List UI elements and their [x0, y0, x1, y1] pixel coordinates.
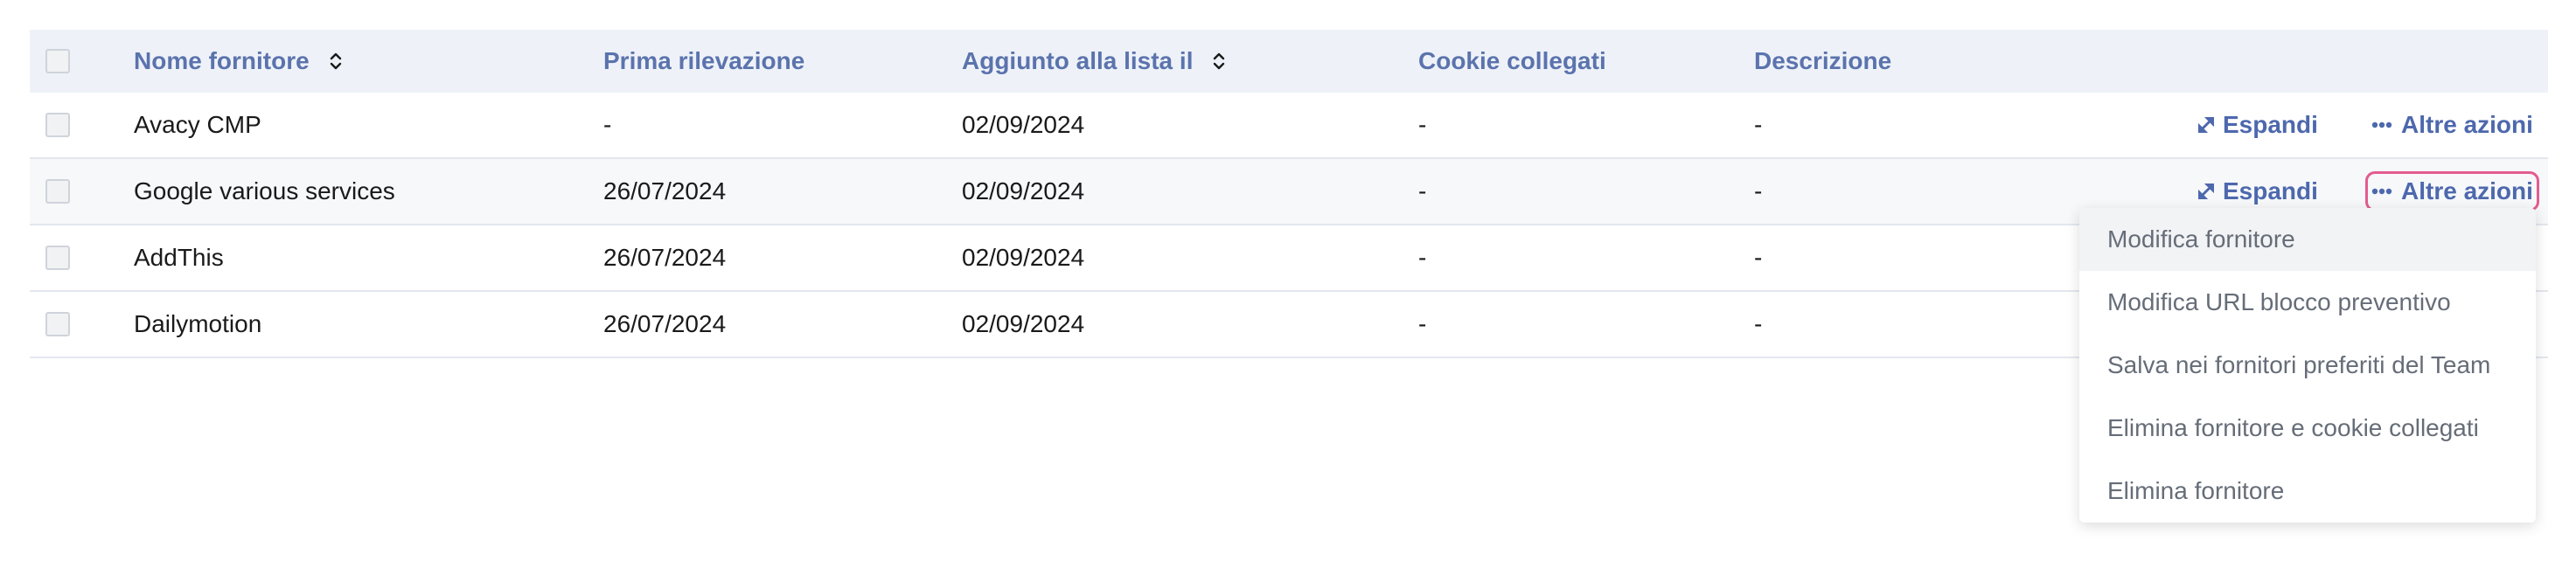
description: - [1754, 111, 1763, 138]
header-first-seen-label: Prima rilevazione [603, 47, 805, 74]
linked-cookies: - [1418, 310, 1427, 337]
added-date: 02/09/2024 [962, 244, 1085, 271]
vendor-name: AddThis [134, 244, 224, 271]
menu-item-save-favorite[interactable]: Salva nei fornitori preferiti del Team [2079, 334, 2536, 397]
first-seen: 26/07/2024 [603, 177, 727, 204]
ellipsis-icon [2371, 121, 2392, 128]
header-name[interactable]: Nome fornitore [134, 30, 343, 93]
more-actions-focus[interactable]: Altre azioni [2365, 171, 2539, 211]
menu-item-delete-vendor-cookies[interactable]: Elimina fornitore e cookie collegati [2079, 397, 2536, 460]
expand-button[interactable]: Espandi [2198, 93, 2318, 157]
menu-item-edit-vendor[interactable]: Modifica fornitore [2079, 208, 2536, 271]
ellipsis-icon [2371, 188, 2392, 195]
description: - [1754, 244, 1763, 271]
expand-icon [2198, 184, 2214, 199]
row-select-cell [45, 159, 70, 224]
header-cookies-label: Cookie collegati [1418, 47, 1606, 74]
row-checkbox[interactable] [45, 312, 70, 336]
header-first-seen: Prima rilevazione [603, 30, 804, 93]
description: - [1754, 310, 1763, 337]
more-actions-label: Altre azioni [2401, 111, 2533, 138]
description: - [1754, 177, 1763, 204]
row-checkbox[interactable] [45, 179, 70, 204]
linked-cookies: - [1418, 244, 1427, 271]
first-seen: 26/07/2024 [603, 244, 727, 271]
menu-item-delete-vendor[interactable]: Elimina fornitore [2079, 460, 2536, 523]
header-cookies: Cookie collegati [1418, 30, 1606, 93]
header-description-label: Descrizione [1754, 47, 1892, 74]
menu-item-edit-block-url[interactable]: Modifica URL blocco preventivo [2079, 271, 2536, 334]
vendor-name: Google various services [134, 177, 395, 204]
table-row: Avacy CMP - 02/09/2024 - - Espandi Altre… [30, 93, 2548, 159]
header-name-label: Nome fornitore [134, 47, 310, 74]
select-all-cell [45, 30, 70, 93]
added-date: 02/09/2024 [962, 111, 1085, 138]
first-seen: - [603, 111, 612, 138]
expand-icon [2198, 117, 2214, 133]
linked-cookies: - [1418, 177, 1427, 204]
linked-cookies: - [1418, 111, 1427, 138]
select-all-checkbox[interactable] [45, 49, 70, 73]
added-date: 02/09/2024 [962, 177, 1085, 204]
header-added-label: Aggiunto alla lista il [962, 47, 1194, 74]
added-date: 02/09/2024 [962, 310, 1085, 337]
vendor-name: Dailymotion [134, 310, 262, 337]
table-header: Nome fornitore Prima rilevazione Aggiunt… [30, 30, 2548, 93]
row-select-cell [45, 292, 70, 357]
expand-label: Espandi [2223, 111, 2318, 138]
first-seen: 26/07/2024 [603, 310, 727, 337]
more-actions-label: Altre azioni [2401, 177, 2533, 204]
more-actions-button[interactable]: Altre azioni [2371, 93, 2533, 157]
vendor-name: Avacy CMP [134, 111, 261, 138]
expand-label: Espandi [2223, 177, 2318, 204]
sort-icon[interactable] [329, 51, 343, 72]
row-select-cell [45, 225, 70, 290]
row-select-cell [45, 93, 70, 157]
row-checkbox[interactable] [45, 113, 70, 137]
sort-icon[interactable] [1212, 51, 1226, 72]
row-checkbox[interactable] [45, 246, 70, 270]
header-added[interactable]: Aggiunto alla lista il [962, 30, 1226, 93]
more-actions-menu: Modifica fornitore Modifica URL blocco p… [2079, 208, 2536, 523]
header-description: Descrizione [1754, 30, 1891, 93]
